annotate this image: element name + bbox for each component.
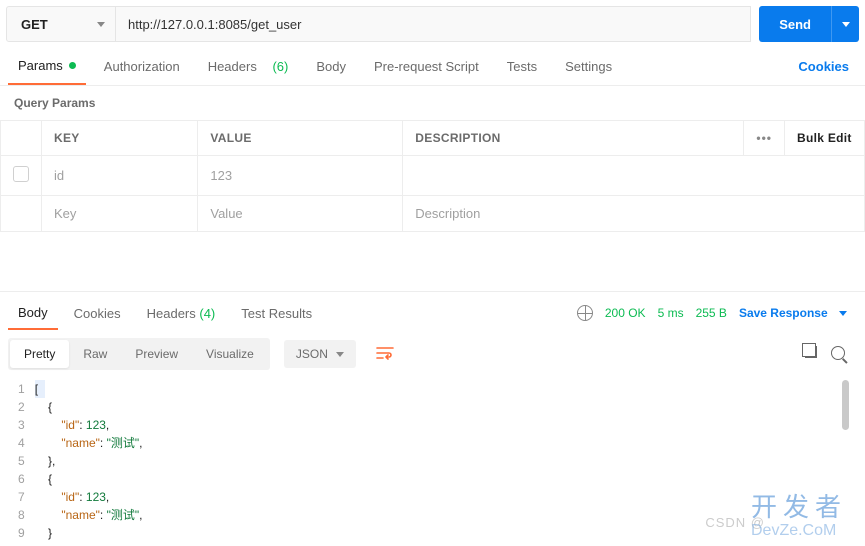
http-method-select[interactable]: GET <box>6 6 116 42</box>
chevron-down-icon <box>842 22 850 27</box>
value-placeholder[interactable]: Value <box>198 196 403 232</box>
request-tabs: Params Authorization Headers (6) Body Pr… <box>0 48 865 86</box>
view-preview-button[interactable]: Preview <box>121 340 192 368</box>
query-params-title: Query Params <box>0 86 865 120</box>
send-dropdown-button[interactable] <box>831 6 859 42</box>
response-time[interactable]: 5 ms <box>658 306 684 320</box>
desc-header[interactable]: DESCRIPTION <box>403 121 744 156</box>
view-pretty-button[interactable]: Pretty <box>10 340 69 368</box>
tab-tests[interactable]: Tests <box>497 48 547 85</box>
chevron-down-icon <box>336 352 344 357</box>
value-header[interactable]: VALUE <box>198 121 403 156</box>
save-response-button[interactable]: Save Response <box>739 306 847 320</box>
wrap-lines-icon[interactable] <box>368 339 402 370</box>
value-cell[interactable]: 123 <box>198 156 403 196</box>
line-gutter: 123456789 <box>4 378 35 544</box>
bulk-edit-button[interactable]: Bulk Edit <box>785 121 865 156</box>
format-select[interactable]: JSON <box>284 340 356 368</box>
key-cell[interactable]: id <box>42 156 198 196</box>
globe-icon[interactable] <box>577 305 593 321</box>
resp-tab-body[interactable]: Body <box>8 296 58 330</box>
tab-body[interactable]: Body <box>306 48 356 85</box>
params-table: KEY VALUE DESCRIPTION ••• Bulk Edit id 1… <box>0 120 865 232</box>
key-placeholder[interactable]: Key <box>42 196 198 232</box>
tab-authorization[interactable]: Authorization <box>94 48 190 85</box>
desc-cell[interactable] <box>403 156 865 196</box>
watermark-csdn: CSDN @ <box>705 515 765 530</box>
table-row-empty[interactable]: Key Value Description <box>1 196 865 232</box>
view-visualize-button[interactable]: Visualize <box>192 340 268 368</box>
chevron-down-icon <box>97 22 105 27</box>
row-checkbox[interactable] <box>13 166 29 182</box>
search-icon[interactable] <box>831 346 845 363</box>
table-row[interactable]: id 123 <box>1 156 865 196</box>
scrollbar-thumb[interactable] <box>842 380 849 430</box>
divider <box>0 232 865 292</box>
send-button[interactable]: Send <box>759 6 831 42</box>
checkbox-header <box>1 121 42 156</box>
resp-tab-tests[interactable]: Test Results <box>231 296 322 330</box>
active-dot-icon <box>69 62 76 69</box>
url-input[interactable] <box>116 6 751 42</box>
row-options-header[interactable]: ••• <box>744 121 785 156</box>
tab-params[interactable]: Params <box>8 48 86 85</box>
cookies-link[interactable]: Cookies <box>790 59 857 74</box>
tab-prerequest[interactable]: Pre-request Script <box>364 48 489 85</box>
view-raw-button[interactable]: Raw <box>69 340 121 368</box>
tab-headers[interactable]: Headers (6) <box>198 48 299 85</box>
tab-settings[interactable]: Settings <box>555 48 622 85</box>
resp-tab-headers[interactable]: Headers (4) <box>137 296 226 330</box>
desc-placeholder[interactable]: Description <box>403 196 865 232</box>
response-tabs: Body Cookies Headers (4) Test Results 20… <box>0 292 865 330</box>
view-toolbar: Pretty Raw Preview Visualize JSON <box>0 330 865 378</box>
key-header[interactable]: KEY <box>42 121 198 156</box>
status-code[interactable]: 200 OK <box>605 306 646 320</box>
response-size[interactable]: 255 B <box>696 306 727 320</box>
method-label: GET <box>21 17 48 32</box>
chevron-down-icon <box>839 311 847 316</box>
code-content[interactable]: [ { "id": 123, "name": "测试", }, { "id": … <box>35 378 143 544</box>
resp-tab-cookies[interactable]: Cookies <box>64 296 131 330</box>
copy-icon[interactable] <box>805 346 817 363</box>
